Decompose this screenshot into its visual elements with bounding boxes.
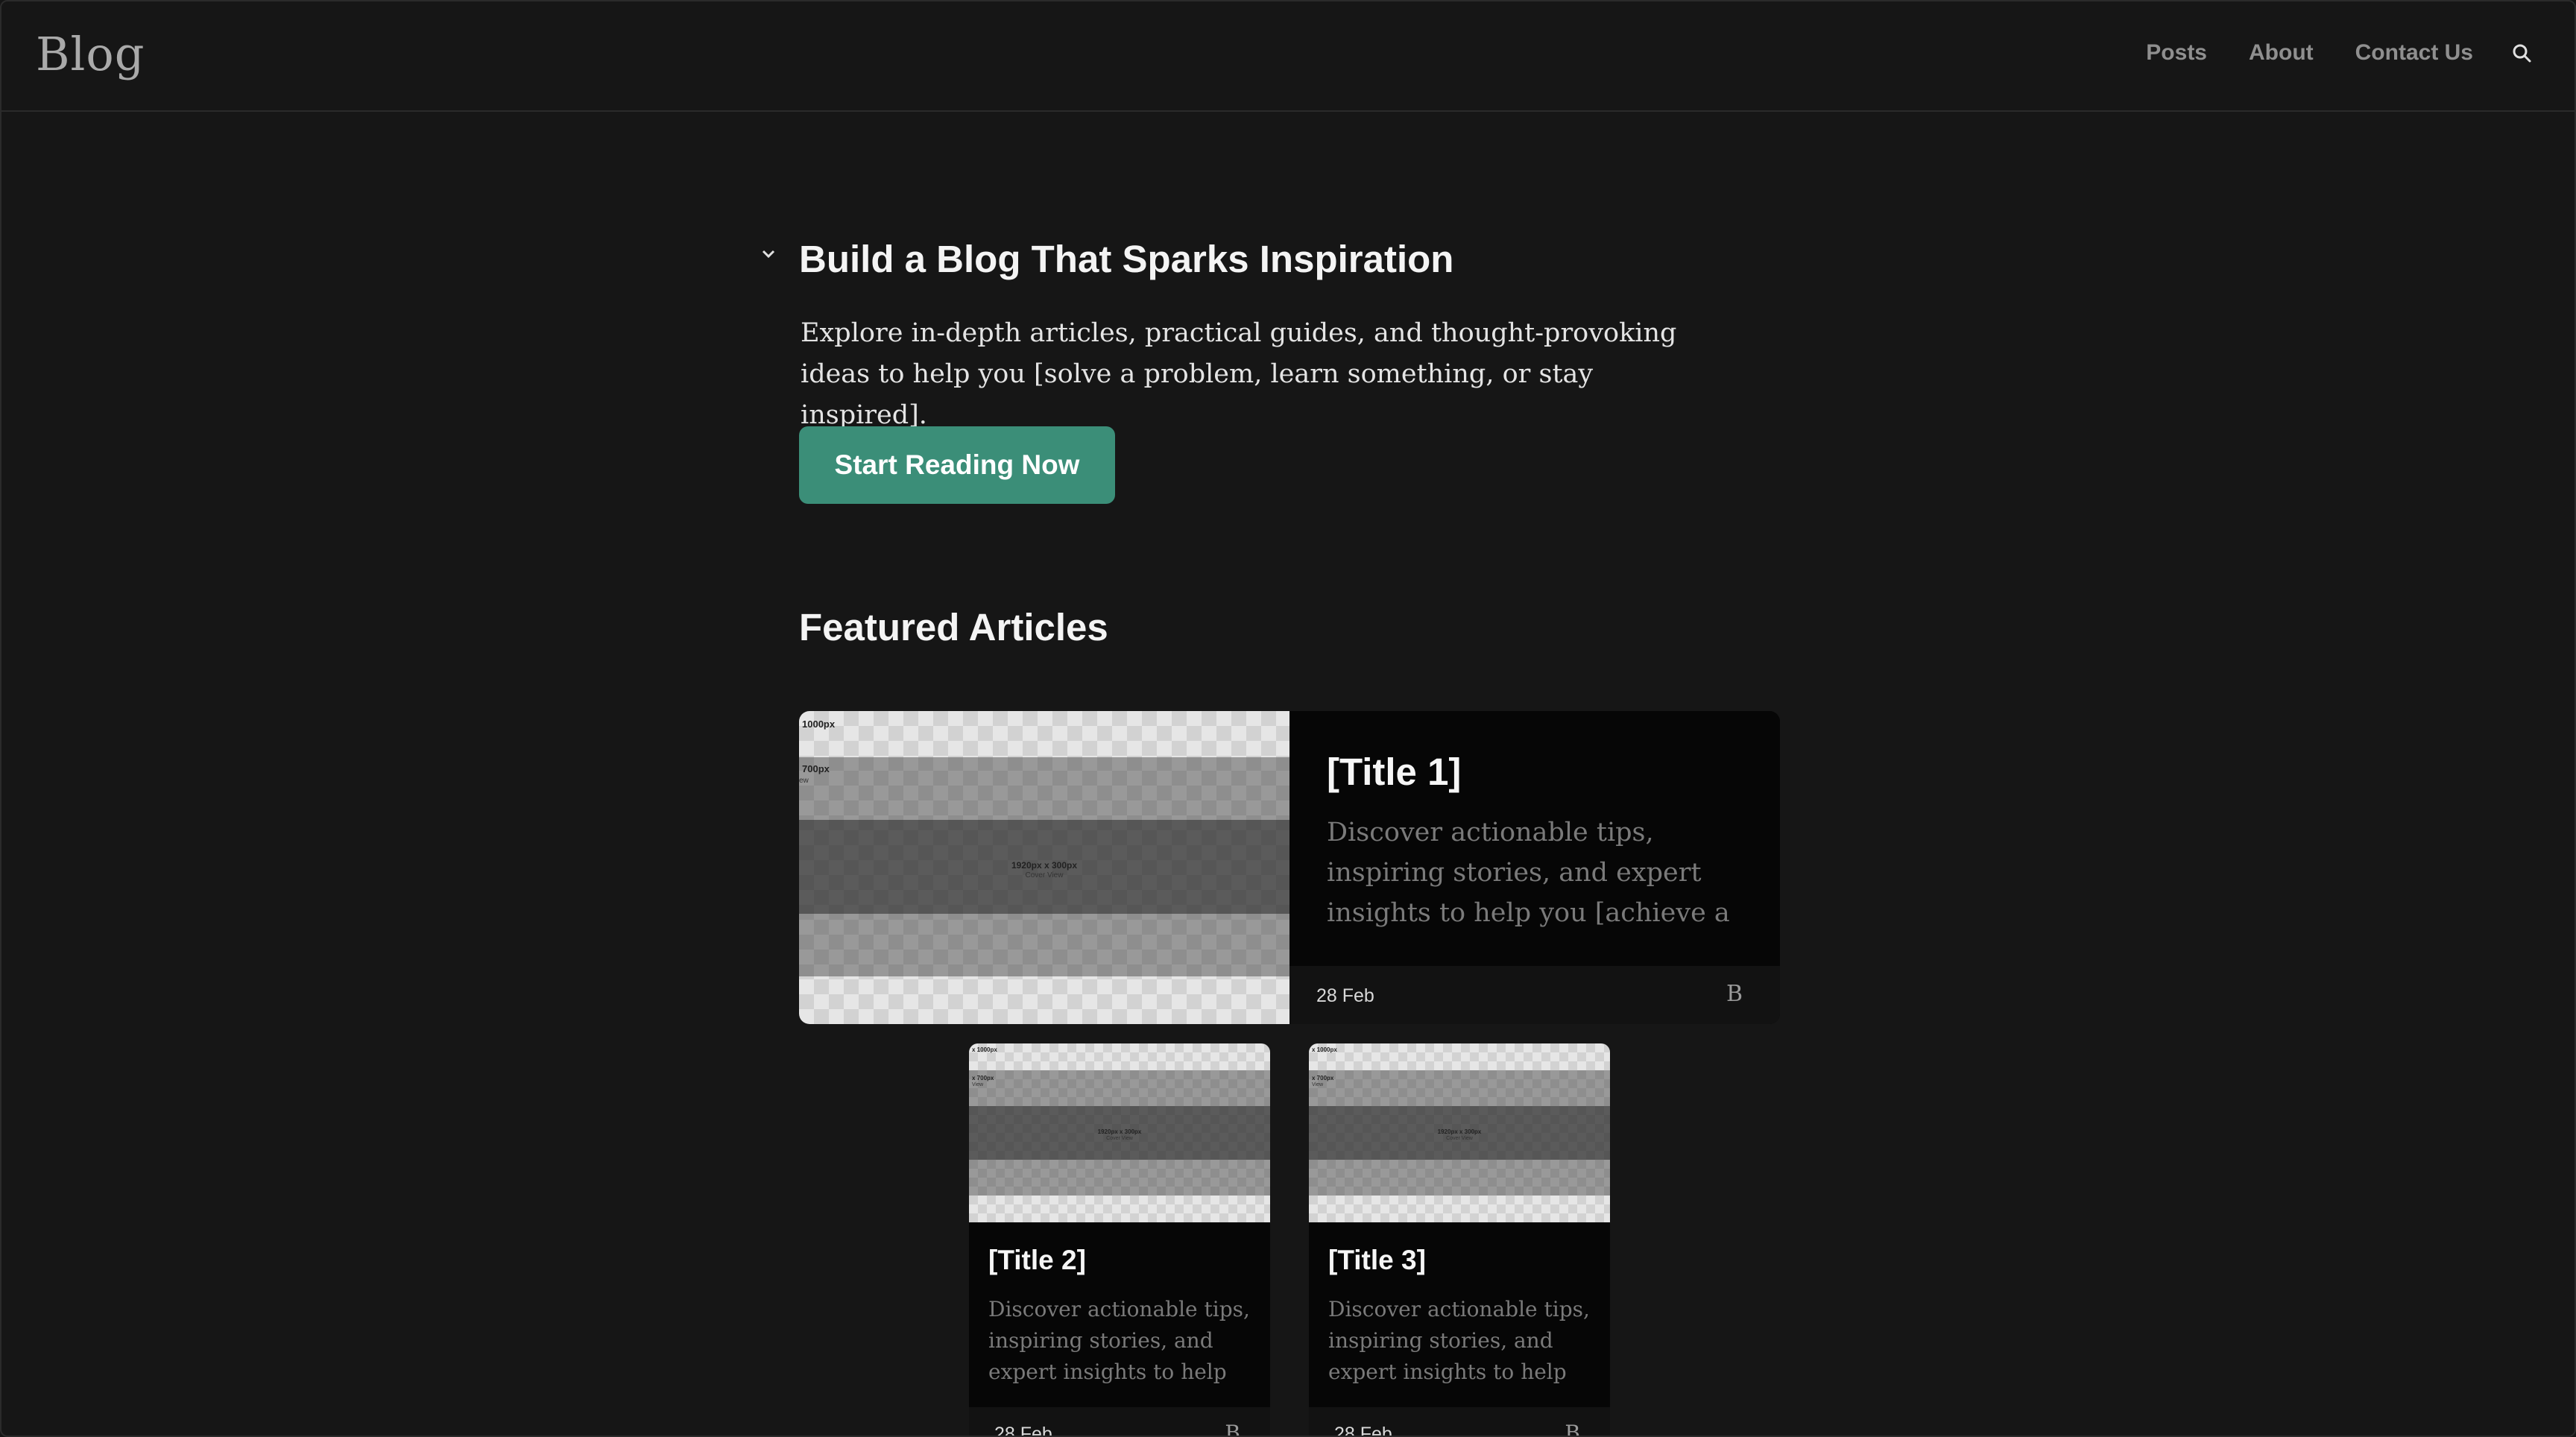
image-label: View [1312,1082,1324,1087]
hero-description: Explore in-depth articles, practical gui… [801,318,1677,430]
chevron-down-icon[interactable] [760,246,777,262]
image-label: x 1000px [972,1046,997,1053]
card-title[interactable]: [Title 1] [1327,750,1461,794]
nav-link-about[interactable]: About [2249,40,2314,66]
image-label: 1920px x 300px [1437,1128,1482,1135]
start-reading-button[interactable]: Start Reading Now [799,426,1115,504]
image-label: Cover View [1446,1136,1473,1141]
card-footer: 28 Feb B [1309,1407,1610,1437]
card-body: [Title 2] Discover actionable tips, insp… [969,1222,1270,1407]
site-header: Blog Posts About Contact Us [1,1,2575,112]
card-image-placeholder: 1000px 700px ew 1920px x 300px Cover Vie… [799,711,1289,1024]
author-avatar: B [1225,1421,1240,1437]
image-label: 1920px x 300px [1097,1128,1142,1135]
image-label: ew [799,777,809,785]
card-date: 28 Feb [1316,985,1374,1006]
card-image-placeholder: x 1000px x 700px View 1920px x 300px Cov… [1309,1043,1610,1222]
featured-card-2[interactable]: x 1000px x 700px View 1920px x 300px Cov… [969,1043,1270,1437]
image-label: x 700px [972,1075,994,1081]
featured-card-1[interactable]: 1000px 700px ew 1920px x 300px Cover Vie… [799,711,1780,1024]
image-label: 700px [802,763,830,774]
image-label: View [972,1082,984,1087]
card-body: [Title 3] Discover actionable tips, insp… [1309,1222,1610,1407]
page-frame: Blog Posts About Contact Us Build a Blog… [0,0,2576,1437]
card-excerpt: Discover actionable tips, inspiring stor… [1328,1297,1590,1384]
card-footer: 28 Feb B [1289,966,1780,1024]
card-footer: 28 Feb B [969,1407,1270,1437]
nav-link-contact-us[interactable]: Contact Us [2355,40,2473,66]
card-excerpt: Discover actionable tips, inspiring stor… [1327,818,1730,928]
card-image-placeholder: x 1000px x 700px View 1920px x 300px Cov… [969,1043,1270,1222]
image-label: Cover View [1106,1136,1133,1141]
site-logo[interactable]: Blog [36,27,145,81]
card-body: [Title 1] Discover actionable tips, insp… [1289,711,1780,966]
image-label: x 700px [1312,1075,1334,1081]
author-avatar: B [1726,981,1743,1007]
card-title[interactable]: [Title 3] [1328,1245,1426,1276]
card-excerpt: Discover actionable tips, inspiring stor… [988,1297,1250,1384]
image-label: 1920px x 300px [1011,860,1078,871]
main-nav: Posts About Contact Us [2104,40,2533,66]
image-label: Cover View [1025,871,1064,879]
card-title[interactable]: [Title 2] [988,1245,1086,1276]
nav-link-posts[interactable]: Posts [2146,40,2207,66]
featured-articles-heading: Featured Articles [799,606,1108,648]
hero-title: Build a Blog That Sparks Inspiration [799,238,1454,280]
featured-card-3[interactable]: x 1000px x 700px View 1920px x 300px Cov… [1309,1043,1610,1437]
author-avatar: B [1565,1421,1580,1437]
search-icon[interactable] [2510,42,2533,64]
card-date: 28 Feb [1334,1424,1392,1437]
image-label: 1000px [802,718,836,730]
card-date: 28 Feb [994,1424,1052,1437]
image-label: x 1000px [1312,1046,1337,1053]
